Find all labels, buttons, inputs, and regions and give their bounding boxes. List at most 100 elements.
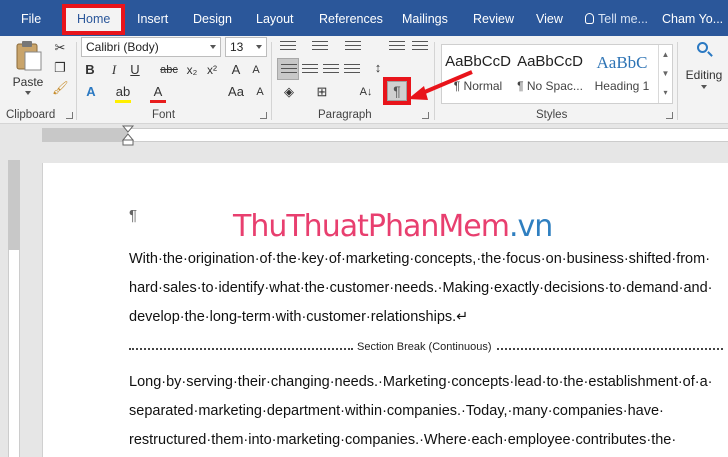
- format-painter-icon[interactable]: 🖌: [52, 80, 69, 96]
- section-break: Section Break (Continuous): [129, 341, 723, 355]
- tab-design[interactable]: Design: [193, 0, 232, 36]
- subscript-icon[interactable]: x₂: [184, 62, 200, 78]
- clipboard-launcher-icon[interactable]: [66, 112, 73, 119]
- separator: [76, 42, 77, 120]
- tab-mailings[interactable]: Mailings: [402, 0, 448, 36]
- watermark-part1: ThuThuat: [233, 209, 369, 244]
- style-no-spacing[interactable]: AaBbCcD ¶ No Spac...: [514, 45, 586, 103]
- align-left-icon: [281, 61, 297, 76]
- indent-marker-icon[interactable]: [121, 125, 135, 147]
- paragraph-line: restructured·them·into·marketing·compani…: [129, 432, 677, 448]
- user-name[interactable]: Cham Yo...: [662, 0, 723, 36]
- section-break-rule-right: [497, 348, 723, 350]
- clear-formatting-icon[interactable]: A: [253, 84, 267, 100]
- tab-references[interactable]: References: [319, 0, 383, 36]
- tell-me-text: Tell me...: [598, 12, 649, 26]
- paste-button[interactable]: Paste: [10, 40, 46, 100]
- separator: [677, 42, 678, 120]
- vertical-ruler-margin: [8, 160, 20, 250]
- chevron-down-icon: [210, 45, 216, 49]
- copy-icon[interactable]: ❐: [52, 60, 68, 76]
- increase-indent-icon[interactable]: [412, 38, 428, 53]
- decrease-font-icon[interactable]: A: [248, 62, 264, 78]
- style-heading-1-sample: AaBbC: [596, 53, 648, 72]
- multilevel-list-icon[interactable]: [345, 38, 361, 53]
- scroll-up-icon: ▲: [661, 50, 670, 59]
- sort-icon[interactable]: A↓: [357, 84, 375, 100]
- ribbon-home: Paste ✂ ❐ 🖌 Clipboard Calibri (Body) 13 …: [0, 36, 728, 124]
- paragraph-line: Long·by·serving·their·changing·needs.·Ma…: [129, 374, 713, 390]
- scroll-down-icon: ▼: [661, 69, 670, 78]
- lightbulb-icon: [585, 13, 594, 24]
- horizontal-ruler[interactable]: [0, 125, 728, 147]
- bullets-icon[interactable]: [280, 38, 296, 53]
- paste-label: Paste: [12, 75, 44, 89]
- tab-view[interactable]: View: [536, 0, 563, 36]
- align-left-button[interactable]: [277, 58, 299, 80]
- watermark-logo: ThuThuatPhanMem.vn: [233, 209, 553, 244]
- paste-dropdown-icon: [25, 91, 31, 95]
- justify-icon[interactable]: [344, 61, 360, 76]
- clipboard-group-label: Clipboard: [6, 109, 56, 121]
- align-right-icon[interactable]: [323, 61, 339, 76]
- change-case-icon[interactable]: Aa: [228, 84, 244, 100]
- watermark-part3: .vn: [508, 209, 553, 244]
- clipboard-icon: [16, 41, 42, 71]
- chevron-down-icon: [701, 85, 707, 89]
- tab-review[interactable]: Review: [473, 0, 514, 36]
- tell-me-box[interactable]: Tell me...: [585, 0, 648, 36]
- highlight-color-icon[interactable]: ab: [115, 84, 131, 103]
- borders-icon[interactable]: ⊞: [314, 84, 330, 100]
- italic-icon[interactable]: I: [107, 62, 121, 78]
- section-break-rule-left: [129, 348, 353, 350]
- red-arrow-annotation: [408, 70, 473, 100]
- ruler-strip: [42, 128, 728, 142]
- paragraph-line: hard·sales·to·identify·what·the·customer…: [129, 280, 713, 296]
- superscript-icon[interactable]: x²: [204, 62, 220, 78]
- text-effects-icon[interactable]: A: [83, 84, 99, 100]
- underline-icon[interactable]: U: [128, 62, 142, 78]
- style-heading-1-name: Heading 1: [594, 79, 650, 93]
- styles-gallery-scroll[interactable]: ▲ ▼ ▾: [658, 45, 672, 103]
- paragraph-line: develop·the·long-term·with·customer·rela…: [129, 309, 469, 325]
- chevron-down-icon: [256, 45, 262, 49]
- bold-icon[interactable]: B: [83, 62, 97, 78]
- paragraph-line: separated·marketing·department·within·co…: [129, 403, 664, 419]
- empty-paragraph-mark: ¶: [129, 207, 138, 224]
- magnifier-icon: [694, 40, 714, 60]
- style-no-spacing-name: ¶ No Spac...: [517, 79, 583, 93]
- font-size-value: 13: [230, 40, 244, 54]
- font-family-select[interactable]: Calibri (Body): [81, 37, 221, 57]
- watermark-part2: PhanMem: [367, 209, 510, 244]
- shading-icon[interactable]: ◈: [281, 84, 297, 100]
- font-size-select[interactable]: 13: [225, 37, 267, 57]
- styles-group-label: Styles: [536, 109, 568, 121]
- tab-insert[interactable]: Insert: [137, 0, 168, 36]
- center-icon[interactable]: [302, 61, 318, 76]
- tab-layout[interactable]: Layout: [256, 0, 294, 36]
- more-styles-icon: ▾: [663, 88, 668, 97]
- font-group-label: Font: [152, 109, 176, 121]
- editing-button[interactable]: Editing: [683, 40, 725, 100]
- style-heading-1[interactable]: AaBbC Heading 1: [586, 45, 658, 103]
- styles-launcher-icon[interactable]: [666, 112, 673, 119]
- section-break-label: Section Break (Continuous): [357, 341, 492, 353]
- font-launcher-icon[interactable]: [260, 112, 267, 119]
- font-family-value: Calibri (Body): [86, 40, 159, 54]
- paragraph-launcher-icon[interactable]: [422, 112, 429, 119]
- strikethrough-icon[interactable]: abc: [158, 62, 180, 78]
- paragraph-line: With·the·origination·of·the·key·of·marke…: [129, 251, 711, 267]
- decrease-indent-icon[interactable]: [389, 38, 405, 53]
- home-tab-highlight: [62, 4, 125, 35]
- cut-icon[interactable]: ✂: [52, 40, 68, 56]
- separator: [271, 42, 272, 120]
- document-page[interactable]: ¶ ThuThuatPhanMem.vn With·the·originatio…: [42, 163, 728, 457]
- style-no-spacing-sample: AaBbCcD: [517, 53, 583, 70]
- numbering-icon[interactable]: [312, 38, 328, 53]
- increase-font-icon[interactable]: A: [228, 62, 244, 78]
- paragraph-group-label: Paragraph: [318, 109, 372, 121]
- font-color-icon[interactable]: A: [150, 84, 166, 103]
- ruler-left-margin: [42, 128, 128, 142]
- tab-file[interactable]: File: [21, 0, 41, 36]
- line-spacing-icon[interactable]: ↕: [370, 60, 386, 76]
